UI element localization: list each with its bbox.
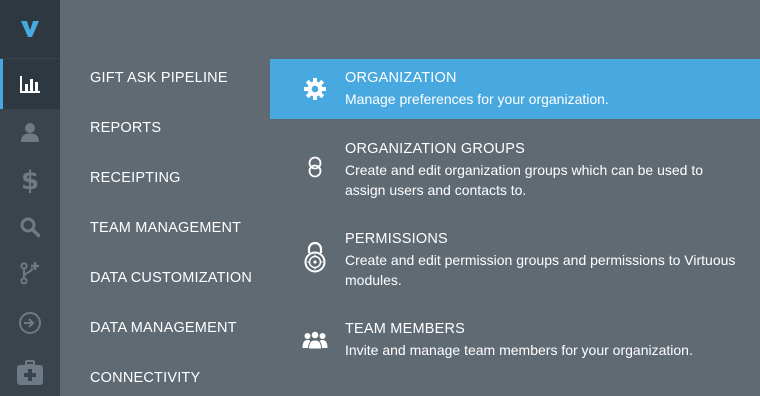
- dollar-icon[interactable]: $: [0, 154, 60, 204]
- setting-title: ORGANIZATION GROUPS: [345, 141, 525, 157]
- team-icon: [300, 327, 330, 353]
- branch-plus-icon[interactable]: [0, 248, 60, 298]
- menu-item-data-customization[interactable]: DATA CUSTOMIZATION: [90, 270, 252, 290]
- menu-item-data-management[interactable]: DATA MANAGEMENT: [90, 320, 237, 340]
- icon-rail: $: [0, 0, 60, 396]
- setting-description: Manage preferences for your organization…: [345, 91, 609, 107]
- setting-title: TEAM MEMBERS: [345, 321, 466, 337]
- gear-icon: [300, 76, 330, 102]
- svg-text:$: $: [21, 166, 39, 193]
- menu-item-receipting[interactable]: RECEIPTING: [90, 170, 181, 190]
- padlock-icon: [300, 240, 330, 274]
- sign-in-icon[interactable]: [0, 298, 60, 348]
- setting-permissions[interactable]: PERMISSIONS Create and edit permission g…: [270, 220, 760, 290]
- medical-kit-icon[interactable]: [0, 348, 60, 396]
- setting-team-members[interactable]: TEAM MEMBERS Invite and manage team memb…: [270, 310, 760, 370]
- setting-title: PERMISSIONS: [345, 231, 448, 247]
- virtuous-logo-icon[interactable]: [0, 0, 60, 58]
- linked-circles-icon: [300, 154, 330, 180]
- menu-item-connectivity[interactable]: CONNECTIVITY: [90, 370, 200, 390]
- search-icon[interactable]: [0, 202, 60, 252]
- setting-description: Create and edit organization groups whic…: [345, 162, 704, 198]
- menu-item-gift-ask-pipeline[interactable]: GIFT ASK PIPELINE: [90, 70, 228, 90]
- settings-content: ORGANIZATION Manage preferences for your…: [270, 0, 760, 396]
- setting-organization[interactable]: ORGANIZATION Manage preferences for your…: [270, 59, 760, 119]
- setting-description: Create and edit permission groups and pe…: [345, 252, 736, 288]
- bar-chart-icon[interactable]: [0, 59, 60, 109]
- setting-title: ORGANIZATION: [345, 70, 457, 86]
- menu-item-reports[interactable]: REPORTS: [90, 120, 161, 140]
- person-icon[interactable]: [0, 107, 60, 157]
- setting-description: Invite and manage team members for your …: [345, 342, 693, 358]
- settings-menu: GIFT ASK PIPELINE REPORTS RECEIPTING TEA…: [60, 0, 270, 396]
- setting-organization-groups[interactable]: ORGANIZATION GROUPS Create and edit orga…: [270, 130, 760, 200]
- menu-item-team-management[interactable]: TEAM MANAGEMENT: [90, 220, 241, 240]
